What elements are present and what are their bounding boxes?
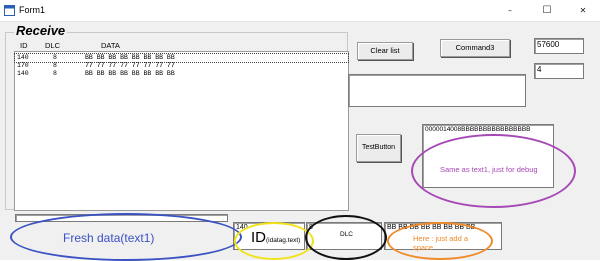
column-header-data: DATA [101,41,120,50]
app-icon [4,5,15,16]
clear-list-button[interactable]: Clear list [357,42,413,60]
blank-textbox[interactable] [348,74,526,107]
maximize-button[interactable]: ☐ [532,0,562,22]
dlc-annotation-label: DLC [340,231,354,238]
receive-list[interactable]: 140 8 BB BB BB BB BB BB BB BB 170 8 77 7… [14,51,349,211]
list-item-data: BB BB BB BB BB BB BB BB [85,70,175,77]
list-item-data: 77 77 77 77 77 77 77 77 [85,62,175,69]
list-item-id: 140 [17,70,29,77]
receive-group-title: Receive [14,23,68,38]
list-item-id: 170 [17,62,29,69]
list-item-dlc: 8 [53,54,57,61]
list-item[interactable]: 140 8 BB BB BB BB BB BB BB BB [15,70,348,78]
list-item[interactable]: 140 8 BB BB BB BB BB BB BB BB [14,53,349,63]
baud-rate-field[interactable]: 57600 [534,38,584,54]
fresh-data-annotation-text: Fresh data(text1) [63,231,155,245]
space-annotation-text: Here : just add a space [413,234,469,252]
window-title: Form1 [19,5,46,15]
column-header-id: ID [20,41,28,50]
test-button[interactable]: TestButton [356,134,401,162]
list-item-dlc: 8 [53,70,57,77]
list-item-id: 140 [17,54,29,61]
debug-annotation-text: Same as text1, just for debug [440,165,538,174]
minimize-button[interactable]: – [495,0,525,22]
list-item-dlc: 8 [53,62,57,69]
list-item[interactable]: 170 8 77 77 77 77 77 77 77 77 [15,62,348,70]
list-item-data: BB BB BB BB BB BB BB BB [85,54,175,61]
port-field[interactable]: 4 [534,63,584,79]
title-bar: Form1 – ☐ ✕ [0,0,600,22]
command3-button[interactable]: Command3 [440,39,510,57]
id-annotation-label: ID [251,229,266,246]
id-annotation-sub: (idatag.text) [266,237,301,244]
column-header-dlc: DLC [45,41,61,50]
close-button[interactable]: ✕ [568,0,598,22]
